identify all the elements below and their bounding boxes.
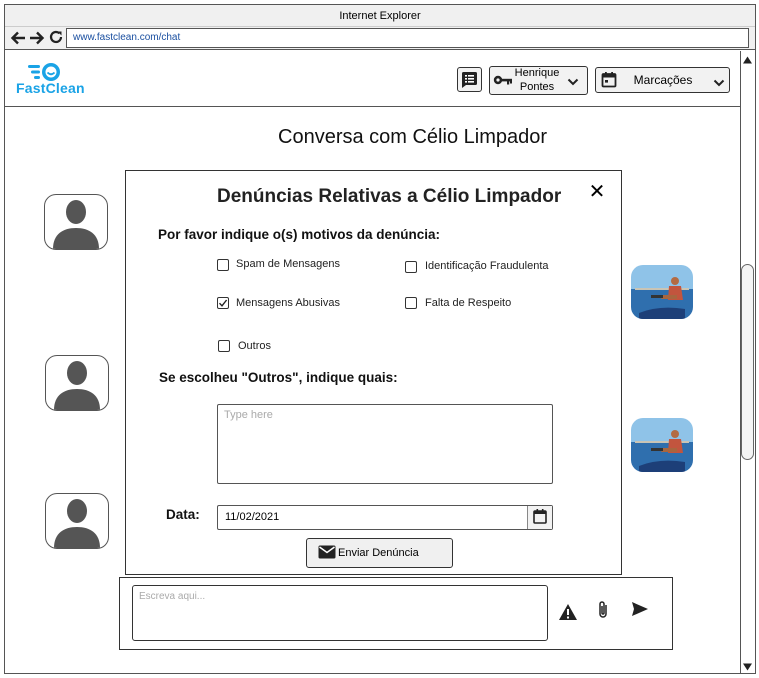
others-textarea[interactable]: Type here (217, 404, 553, 484)
conversation-title: Conversa com Célio Limpador (278, 126, 548, 148)
option-label: Spam de Mensagens (236, 258, 340, 270)
report-warning-icon[interactable] (558, 603, 578, 621)
user-silhouette-icon (54, 499, 100, 548)
option-label: Identificação Fraudulenta (425, 260, 549, 272)
date-label: Data: (166, 507, 200, 522)
reload-icon[interactable] (47, 29, 65, 47)
messages-button[interactable] (457, 67, 482, 92)
date-picker-button[interactable] (527, 506, 552, 529)
modal-title: Denúncias Relativas a Célio Limpador (217, 186, 562, 207)
checkbox-identity-fraud[interactable] (405, 261, 417, 273)
logo-text: FastClean (16, 80, 85, 96)
key-icon (493, 73, 513, 87)
others-question: Se escolheu "Outros", indique quais: (159, 370, 398, 385)
address-bar[interactable]: www.fastclean.com/chat (66, 28, 749, 48)
chevron-down-icon (567, 74, 579, 86)
avatar (45, 493, 109, 549)
attachment-icon[interactable] (596, 600, 610, 620)
checkmark-icon (218, 299, 228, 307)
user-name: Henrique Pontes (513, 66, 561, 94)
avatar (45, 355, 109, 411)
checkbox-disrespect[interactable] (405, 297, 417, 309)
user-silhouette-icon (54, 361, 100, 410)
checkbox-spam[interactable] (217, 259, 229, 271)
calendar-icon (533, 509, 547, 524)
contact-photo (631, 265, 693, 319)
user-silhouette-icon (53, 200, 99, 249)
date-input[interactable]: 11/02/2021 (217, 505, 553, 530)
submit-report-label: Enviar Denúncia (338, 547, 419, 559)
contact-photo (631, 418, 693, 472)
scrollbar-thumb[interactable] (741, 264, 754, 460)
back-arrow-icon[interactable] (9, 29, 27, 47)
avatar (44, 194, 108, 250)
appointments-label: Marcações (633, 73, 693, 87)
calendar-icon (601, 71, 617, 88)
send-icon[interactable] (631, 601, 649, 617)
reasons-question: Por favor indique o(s) motivos da denúnc… (158, 227, 441, 242)
chat-icon (462, 72, 477, 88)
user-last-name: Pontes (519, 81, 555, 93)
user-first-name: Henrique (514, 67, 560, 79)
message-input[interactable]: Escreva aqui... (132, 585, 548, 641)
scroll-down-icon[interactable] (741, 660, 754, 672)
scroll-up-icon[interactable] (741, 53, 754, 65)
envelope-icon (318, 545, 336, 559)
option-label: Outros (238, 340, 272, 352)
chevron-down-icon (713, 75, 725, 87)
option-label: Falta de Respeito (425, 297, 512, 309)
option-label: Mensagens Abusivas (236, 297, 340, 309)
checkbox-abusive-messages[interactable] (217, 297, 229, 309)
checkbox-others[interactable] (218, 340, 230, 352)
forward-arrow-icon[interactable] (28, 29, 46, 47)
browser-title: Internet Explorer (5, 5, 755, 27)
close-icon[interactable]: ✕ (587, 181, 607, 203)
